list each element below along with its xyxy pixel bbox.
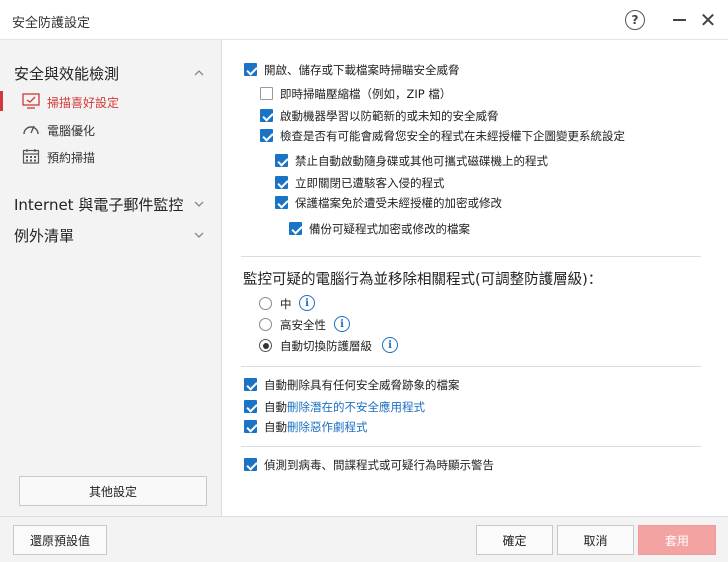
check-unauthorized-checkbox[interactable] bbox=[260, 129, 273, 142]
delete-threat-files-checkbox[interactable] bbox=[244, 378, 257, 391]
delete-pua-prefix: 自動 bbox=[264, 400, 287, 414]
divider bbox=[241, 256, 701, 257]
help-icon[interactable]: ? bbox=[625, 10, 645, 30]
scan-screen-icon bbox=[22, 93, 40, 109]
monitor-heading: 監控可疑的電腦行為並移除相關程式(可調整防護層級)： bbox=[243, 272, 603, 288]
protect-files-checkbox[interactable] bbox=[275, 196, 288, 209]
sidebar-item-label: 掃描喜好設定 bbox=[47, 96, 120, 110]
sidebar-item-scheduled-scan[interactable]: 預約掃描 bbox=[0, 145, 222, 167]
window-title: 安全防護設定 bbox=[12, 16, 91, 31]
machine-learning-label: 啟動機器學習以防範新的或未知的安全威脅 bbox=[280, 109, 499, 123]
backup-files-label: 備份可疑程式加密或修改的檔案 bbox=[309, 222, 470, 236]
chevron-down-icon[interactable] bbox=[194, 199, 204, 209]
scan-on-open-label: 開啟、儲存或下載檔案時掃瞄安全威脅 bbox=[264, 63, 460, 77]
scan-on-open-checkbox[interactable] bbox=[244, 63, 257, 76]
block-autorun-label: 禁止自動啟動隨身碟或其他可攜式磁碟機上的程式 bbox=[295, 154, 548, 168]
sidebar-item-scan-preferences[interactable]: 掃描喜好設定 bbox=[0, 90, 222, 112]
level-high-label: 高安全性 bbox=[280, 318, 326, 332]
sidebar-section-exceptions[interactable]: 例外清單 bbox=[14, 225, 74, 246]
show-warning-checkbox[interactable] bbox=[244, 458, 257, 471]
check-unauthorized-label: 檢查是否有可能會威脅您安全的程式在未經授權下企圖變更系統設定 bbox=[280, 129, 625, 143]
delete-joke-prefix: 自動 bbox=[264, 420, 287, 434]
delete-joke-link[interactable]: 刪除惡作劇程式 bbox=[287, 420, 368, 434]
backup-files-checkbox[interactable] bbox=[289, 222, 302, 235]
level-medium-radio[interactable] bbox=[259, 297, 272, 310]
apply-button[interactable]: 套用 bbox=[638, 525, 716, 555]
settings-panel: 開啟、儲存或下載檔案時掃瞄安全威脅 即時掃瞄壓縮檔（例如，ZIP 檔） 啟動機器… bbox=[223, 40, 728, 516]
delete-pua-label: 自動刪除潛在的不安全應用程式 bbox=[264, 399, 425, 415]
protect-files-label: 保護檔案免於遭受未經授權的加密或修改 bbox=[295, 196, 502, 210]
level-auto-radio[interactable] bbox=[259, 339, 272, 352]
block-autorun-checkbox[interactable] bbox=[275, 154, 288, 167]
ok-button[interactable]: 確定 bbox=[476, 525, 553, 555]
divider bbox=[241, 366, 701, 367]
sidebar-section-scan[interactable]: 安全與效能檢測 bbox=[14, 63, 119, 84]
show-warning-label: 偵測到病毒、間諜程式或可疑行為時顯示警告 bbox=[264, 458, 494, 472]
info-icon[interactable]: i bbox=[334, 316, 350, 332]
chevron-up-icon[interactable] bbox=[194, 68, 204, 78]
delete-pua-link[interactable]: 刪除潛在的不安全應用程式 bbox=[287, 400, 425, 414]
speedometer-icon bbox=[23, 125, 39, 135]
close-icon[interactable]: ✕ bbox=[700, 10, 717, 30]
info-icon[interactable]: i bbox=[299, 295, 315, 311]
chevron-down-icon[interactable] bbox=[194, 230, 204, 240]
title-bar: 安全防護設定 ? ✕ bbox=[0, 0, 728, 40]
cancel-button[interactable]: 取消 bbox=[557, 525, 634, 555]
footer: 還原預設值 確定 取消 套用 bbox=[0, 516, 728, 562]
level-auto-label: 自動切換防護層級 bbox=[280, 339, 372, 353]
delete-joke-label: 自動刪除惡作劇程式 bbox=[264, 419, 368, 435]
close-hijacked-label: 立即關閉已遭駭客入侵的程式 bbox=[295, 176, 445, 190]
delete-pua-checkbox[interactable] bbox=[244, 400, 257, 413]
level-high-radio[interactable] bbox=[259, 318, 272, 331]
minimize-icon[interactable] bbox=[672, 10, 686, 30]
other-settings-button[interactable]: 其他設定 bbox=[19, 476, 207, 506]
scan-archives-label: 即時掃瞄壓縮檔（例如，ZIP 檔） bbox=[280, 87, 452, 101]
close-hijacked-checkbox[interactable] bbox=[275, 176, 288, 189]
delete-threat-files-label: 自動刪除具有任何安全威脅跡象的檔案 bbox=[264, 378, 460, 392]
sidebar: 安全與效能檢測 掃描喜好設定 電腦優化 預約掃描 Internet 與電子郵件監… bbox=[0, 40, 222, 516]
delete-joke-checkbox[interactable] bbox=[244, 420, 257, 433]
sidebar-item-label: 預約掃描 bbox=[47, 151, 96, 165]
sidebar-item-label: 電腦優化 bbox=[47, 124, 96, 138]
divider bbox=[241, 446, 701, 447]
sidebar-item-pc-optimize[interactable]: 電腦優化 bbox=[0, 118, 222, 140]
level-medium-label: 中 bbox=[280, 297, 292, 311]
sidebar-section-internet[interactable]: Internet 與電子郵件監控 bbox=[14, 194, 183, 215]
scan-archives-checkbox[interactable] bbox=[260, 87, 273, 100]
info-icon[interactable]: i bbox=[382, 337, 398, 353]
restore-defaults-button[interactable]: 還原預設值 bbox=[13, 525, 107, 555]
calendar-icon bbox=[22, 149, 40, 164]
machine-learning-checkbox[interactable] bbox=[260, 109, 273, 122]
